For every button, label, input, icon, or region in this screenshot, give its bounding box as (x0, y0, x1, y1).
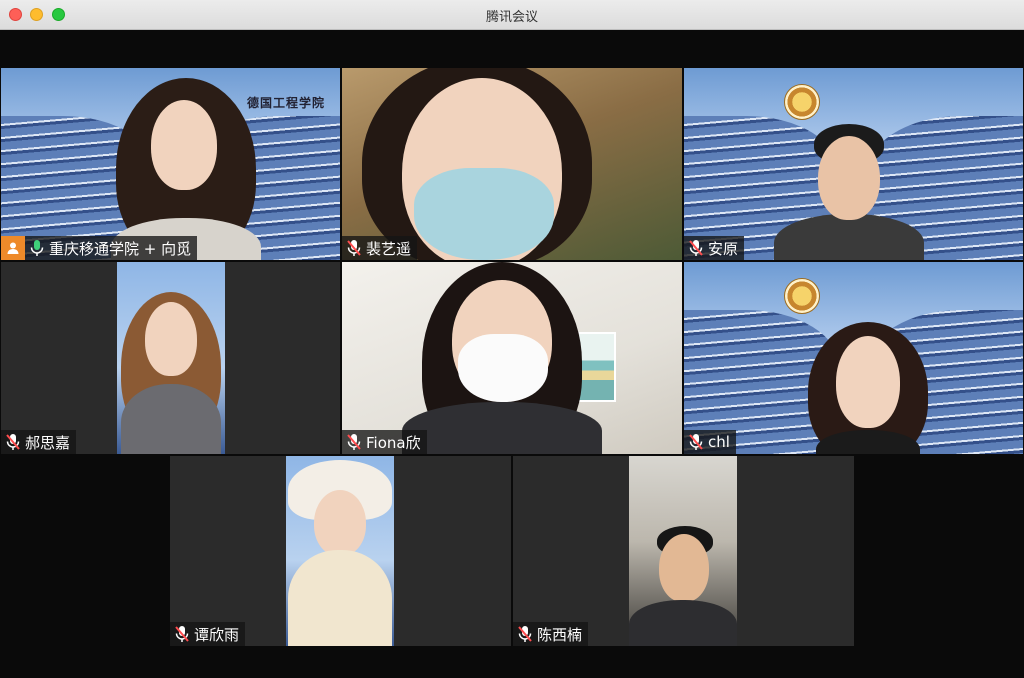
participant-label: 郝思嘉 (1, 430, 77, 454)
school-seal-icon (784, 84, 820, 120)
participant-name: 安原 (708, 239, 739, 258)
mic-muted-icon (174, 625, 190, 643)
mic-muted-icon (517, 625, 533, 643)
participant-video (286, 456, 394, 646)
participant-name: 陈西楠 (537, 625, 583, 644)
mic-icon (29, 239, 45, 257)
participant-video (402, 262, 602, 454)
video-tile-p2[interactable]: 裴艺遥 (342, 68, 682, 260)
participant-video (774, 124, 924, 260)
video-grid: 德国工程学院 重庆移通学院 + 向觅 裴艺遥 安原 郝思嘉 Fiona欣 chl… (0, 30, 1024, 678)
mic-muted-icon (688, 239, 704, 257)
participant-video (362, 68, 592, 260)
school-seal-icon (784, 278, 820, 314)
window-title: 腾讯会议 (485, 10, 538, 25)
participant-video (629, 456, 737, 646)
mic-muted-icon (5, 433, 21, 451)
participant-label: 谭欣雨 (170, 622, 246, 646)
participant-label: 裴艺遥 (342, 236, 418, 260)
participant-name: 裴艺遥 (366, 239, 412, 258)
participant-video (117, 262, 225, 454)
participant-label: chl (684, 430, 736, 454)
participant-name: 谭欣雨 (194, 625, 240, 644)
video-tile-p1[interactable]: 德国工程学院 重庆移通学院 + 向觅 (1, 68, 340, 260)
participant-label: 重庆移通学院 + 向觅 (1, 236, 198, 260)
participant-video (111, 78, 261, 260)
participant-name: Fiona欣 (366, 433, 421, 452)
video-tile-p5[interactable]: Fiona欣 (342, 262, 682, 454)
video-tile-p8[interactable]: 陈西楠 (513, 456, 854, 646)
participant-video (808, 322, 928, 454)
participant-label: Fiona欣 (342, 430, 427, 454)
participant-label: 安原 (684, 236, 745, 260)
video-tile-p7[interactable]: 谭欣雨 (170, 456, 511, 646)
video-tile-p3[interactable]: 安原 (684, 68, 1023, 260)
title-bar: 腾讯会议 (0, 0, 1024, 30)
mic-muted-icon (346, 239, 362, 257)
mic-muted-icon (688, 433, 704, 451)
video-tile-p4[interactable]: 郝思嘉 (1, 262, 340, 454)
participant-name: 重庆移通学院 + 向觅 (49, 239, 192, 258)
participant-name: 郝思嘉 (25, 433, 71, 452)
participant-name: chl (708, 433, 730, 451)
meeting-window: 腾讯会议 德国工程学院 重庆移通学院 + 向觅 裴艺遥 安原 郝思嘉 Fiona… (0, 0, 1024, 678)
host-icon (1, 236, 25, 260)
participant-label: 陈西楠 (513, 622, 589, 646)
video-tile-p6[interactable]: chl (684, 262, 1023, 454)
mic-muted-icon (346, 433, 362, 451)
